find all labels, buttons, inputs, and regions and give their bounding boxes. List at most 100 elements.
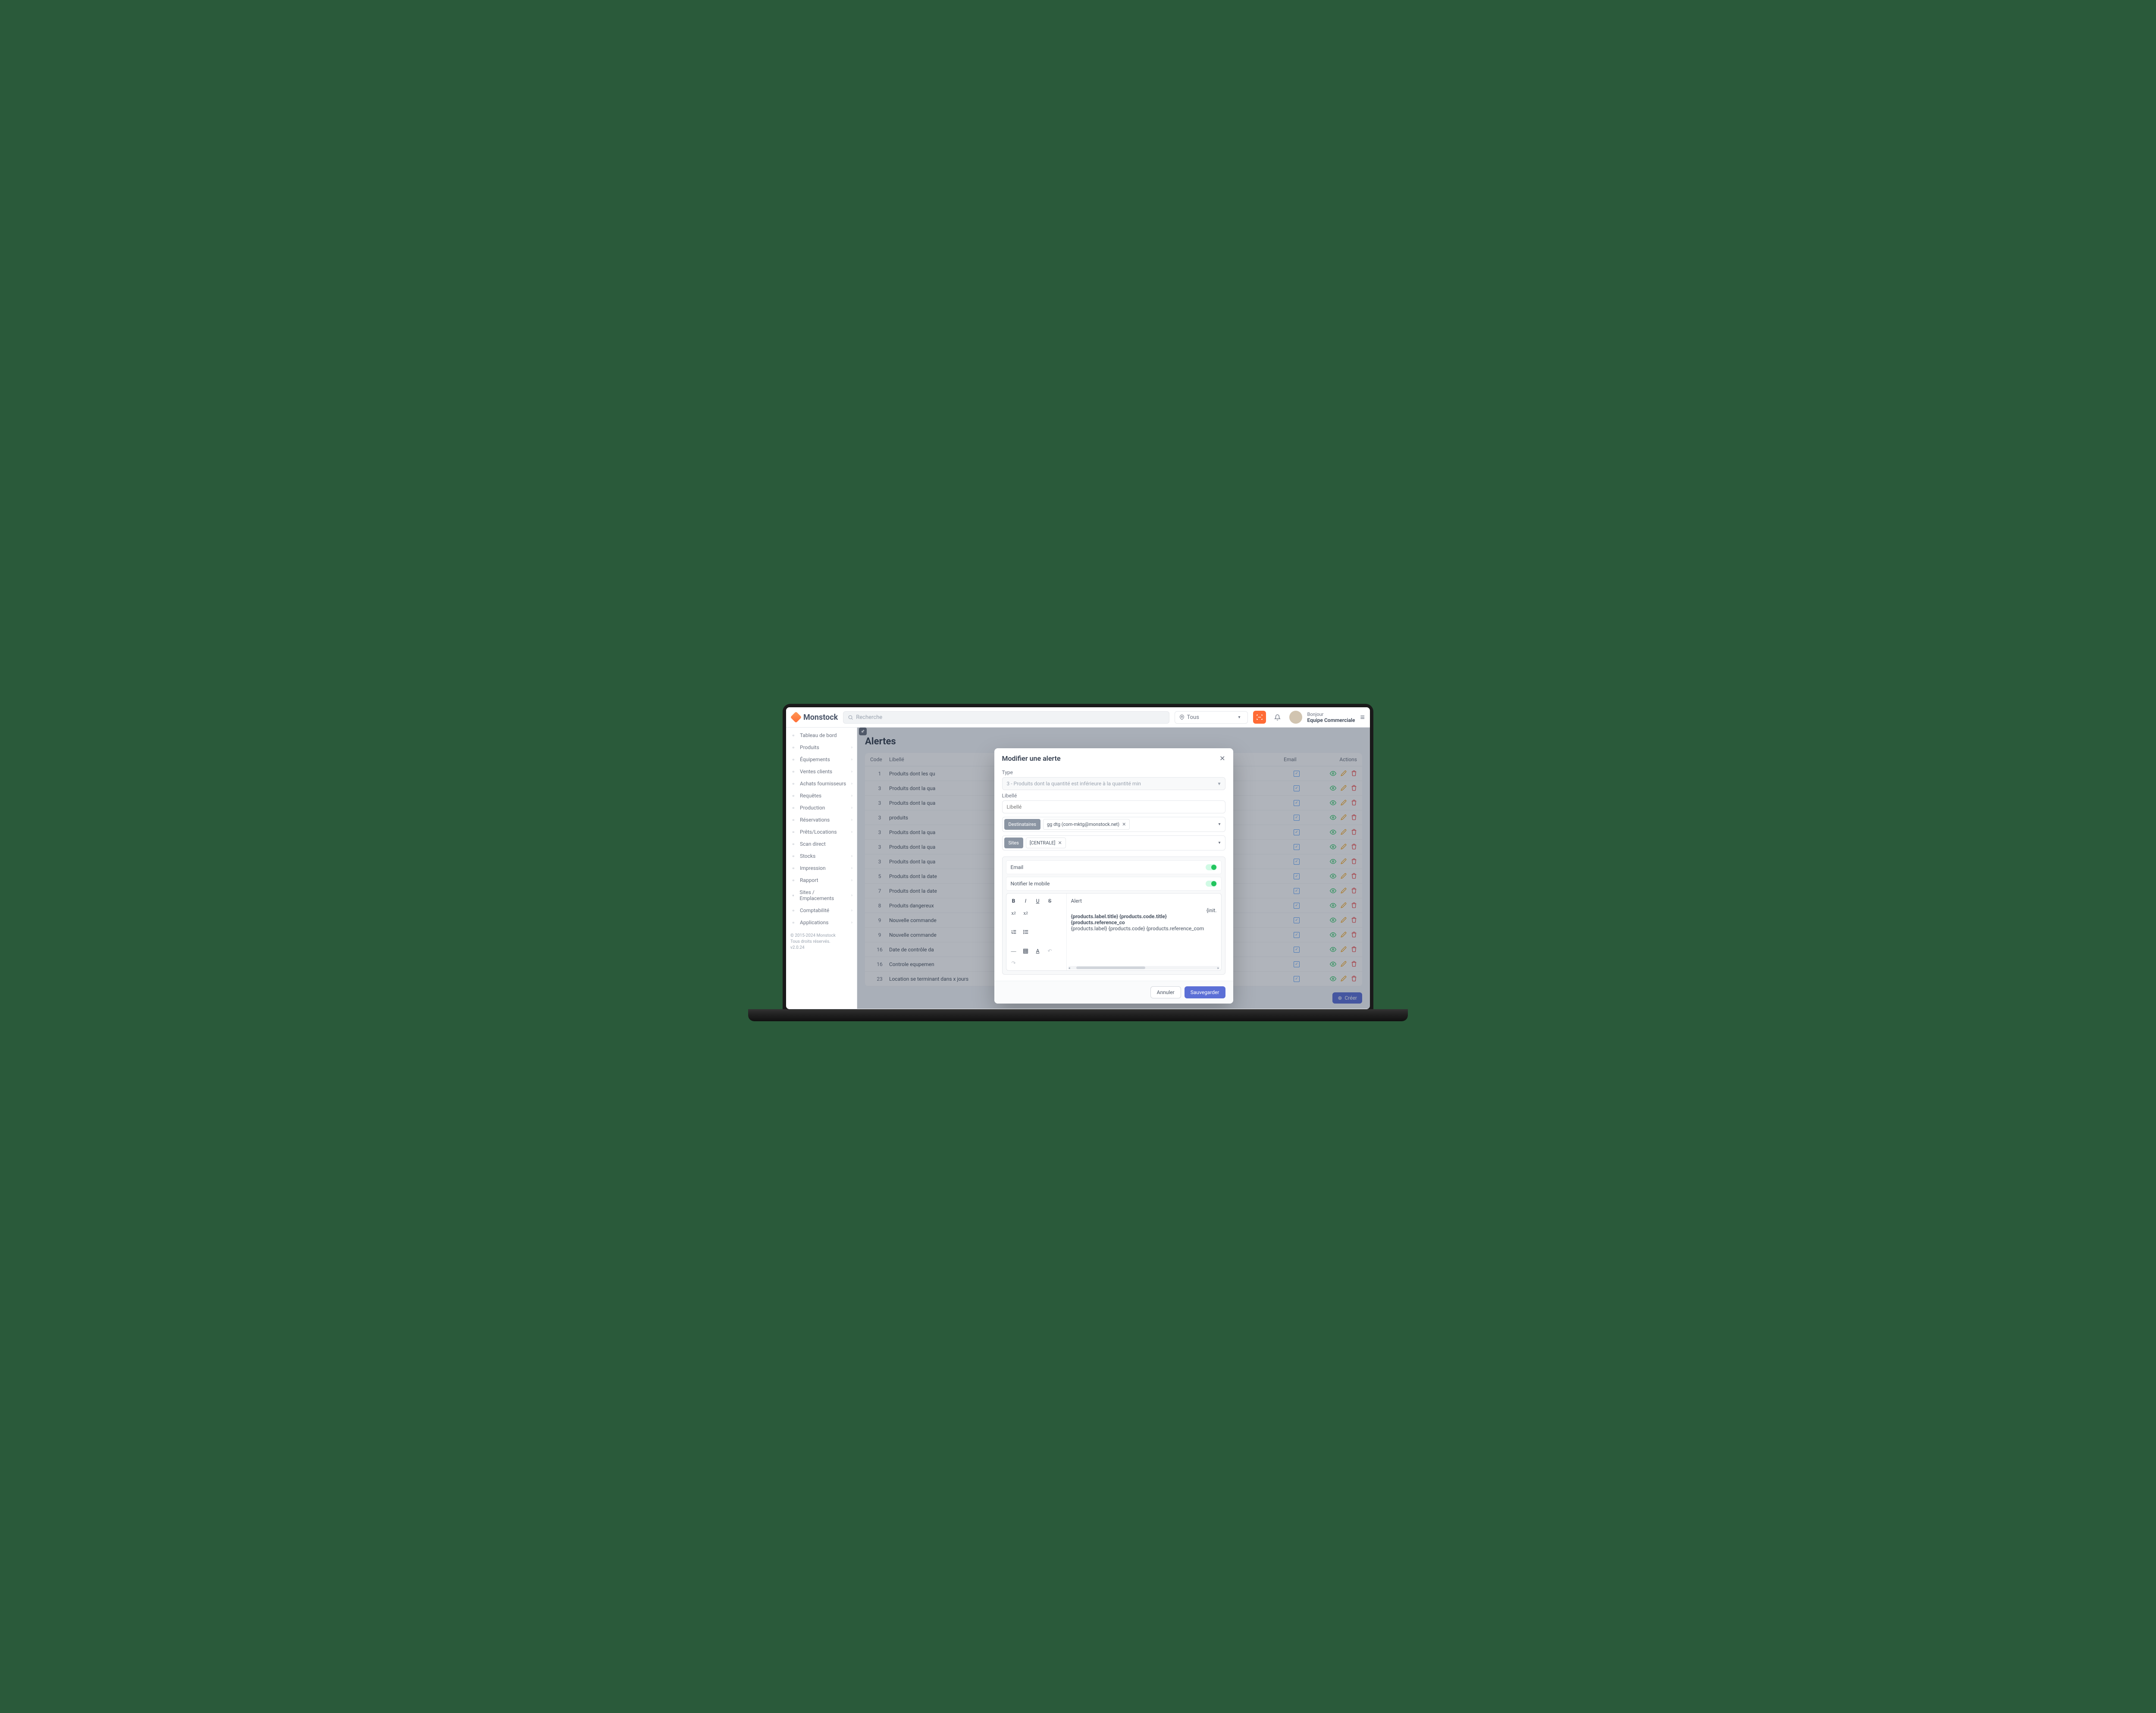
sidebar-item[interactable]: ▫Stocks› <box>786 850 857 862</box>
search-input[interactable]: Recherche <box>843 711 1169 724</box>
redo-button[interactable]: ↷ <box>1010 959 1018 967</box>
sidebar-item[interactable]: ▫Tableau de bord <box>786 729 857 741</box>
subscript-button[interactable]: x2 <box>1010 909 1018 917</box>
copyright: © 2015-2024 Monstock <box>790 933 852 939</box>
modal-title: Modifier une alerte <box>1002 754 1061 762</box>
hr-button[interactable]: — <box>1010 947 1018 955</box>
user-block: Bonjour Equipe Commerciale <box>1307 712 1355 723</box>
sidebar-icon: ▫ <box>790 769 796 775</box>
bell-button[interactable] <box>1271 711 1284 724</box>
undo-button[interactable]: ↶ <box>1046 947 1054 955</box>
chevron-right-icon: › <box>851 781 852 786</box>
sidebar-item[interactable]: ▫Prêts/Locations› <box>786 826 857 838</box>
app-body: ▫Tableau de bord▫Produits›▫Équipements›▫… <box>786 728 1370 1009</box>
chevron-right-icon: › <box>851 866 852 871</box>
chevron-down-icon: ▾ <box>1218 841 1223 845</box>
sidebar-icon: ▫ <box>790 892 796 898</box>
sidebar-item-label: Ventes clients <box>800 769 832 775</box>
list-ol-button[interactable] <box>1010 928 1018 936</box>
editor-init: {init. <box>1071 907 1217 913</box>
sites-row[interactable]: Sites [CENTRALE] ✕ ▾ <box>1002 835 1225 850</box>
remove-chip-icon[interactable]: ✕ <box>1058 840 1062 846</box>
chevron-down-icon: ▾ <box>1218 822 1223 827</box>
destinataire-chip: gg dtg (com-mktg@monstock.net) ✕ <box>1043 819 1130 830</box>
brand-name: Monstock <box>803 713 838 722</box>
location-value: Tous <box>1187 714 1199 721</box>
sidebar-item[interactable]: ▫Produits› <box>786 741 857 753</box>
table-button[interactable] <box>1022 947 1030 955</box>
sidebar-item[interactable]: ▫Production› <box>786 802 857 814</box>
user-name: Equipe Commerciale <box>1307 717 1355 723</box>
sidebar-icon: ▫ <box>790 865 796 871</box>
mobile-toggle[interactable] <box>1206 881 1217 887</box>
chevron-down-icon: ▾ <box>1238 715 1243 720</box>
sidebar-item-label: Impression <box>800 865 826 871</box>
sidebar-item[interactable]: ▫Équipements› <box>786 753 857 766</box>
rights: Tous droits réservés. <box>790 939 852 945</box>
avatar[interactable] <box>1289 711 1302 724</box>
email-toggle[interactable] <box>1206 864 1217 870</box>
sidebar-icon: ▫ <box>790 829 796 835</box>
sidebar-item-label: Achats fournisseurs <box>800 781 846 787</box>
cancel-button[interactable]: Annuler <box>1150 986 1181 998</box>
editor-content[interactable]: Alert {init. {products.label.title} {pro… <box>1067 894 1221 970</box>
sidebar-item-label: Applications <box>800 919 828 926</box>
save-button[interactable]: Sauvegarder <box>1185 986 1225 998</box>
type-label: Type <box>1002 769 1225 775</box>
clear-format-button[interactable]: A <box>1034 947 1042 955</box>
topbar: Monstock Recherche Tous ▾ Bonjour Equipe… <box>786 707 1370 728</box>
type-select[interactable]: 3 - Produits dont la quantité est inféri… <box>1002 777 1225 790</box>
chevron-right-icon: › <box>851 830 852 835</box>
sidebar-item-label: Stocks <box>800 853 815 859</box>
bold-button[interactable]: B <box>1010 897 1018 905</box>
italic-button[interactable]: I <box>1022 897 1030 905</box>
close-button[interactable]: ✕ <box>1219 754 1225 762</box>
mobile-row-label: Notifier le mobile <box>1011 881 1050 887</box>
location-select[interactable]: Tous ▾ <box>1175 711 1248 724</box>
strike-button[interactable]: S <box>1046 897 1054 905</box>
chevron-down-icon: ▾ <box>1218 781 1220 787</box>
sites-label: Sites <box>1004 838 1023 848</box>
chevron-right-icon: › <box>851 878 852 883</box>
sidebar-item-label: Produits <box>800 744 819 750</box>
scan-button[interactable] <box>1253 711 1266 724</box>
sidebar-item[interactable]: ▫Applications› <box>786 916 857 929</box>
sidebar-item[interactable]: ▫ Ventes clients › <box>786 766 857 778</box>
libelle-label: Libellé <box>1002 793 1225 799</box>
modal-body: Type 3 - Produits dont la quantité est i… <box>994 769 1233 981</box>
search-placeholder: Recherche <box>856 714 882 721</box>
chip-text: gg dtg (com-mktg@monstock.net) <box>1047 822 1119 827</box>
sidebar-item[interactable]: ▫Sites / Emplacements› <box>786 886 857 904</box>
sidebar-item[interactable]: ▫ Impression › <box>786 862 857 874</box>
hamburger-button[interactable]: ≡ <box>1360 713 1365 722</box>
modal-header: Modifier une alerte ✕ <box>994 748 1233 767</box>
sidebar-item-label: Comptabilité <box>800 907 829 913</box>
sidebar-icon: ▫ <box>790 781 796 787</box>
sidebar-item[interactable]: ▫Réservations› <box>786 814 857 826</box>
sidebar-item[interactable]: ▫Rapport› <box>786 874 857 886</box>
horizontal-scrollbar[interactable]: ◂ ▸ <box>1069 966 1219 969</box>
underline-button[interactable]: U <box>1034 897 1042 905</box>
sidebar-icon: ▫ <box>790 841 796 847</box>
logo[interactable]: Monstock <box>791 712 838 722</box>
scrollbar-thumb[interactable] <box>1076 966 1145 969</box>
remove-chip-icon[interactable]: ✕ <box>1122 822 1126 827</box>
superscript-button[interactable]: x2 <box>1022 909 1030 917</box>
chevron-right-icon: › <box>851 908 852 913</box>
destinataires-row[interactable]: Destinataires gg dtg (com-mktg@monstock.… <box>1002 817 1225 832</box>
sidebar-item[interactable]: ▫ Scan direct <box>786 838 857 850</box>
sidebar-item[interactable]: ▫Comptabilité› <box>786 904 857 916</box>
sidebar-item[interactable]: ▫ Achats fournisseurs › <box>786 778 857 790</box>
libelle-input[interactable] <box>1002 800 1225 813</box>
search-icon <box>848 715 853 720</box>
sidebar-item-label: Scan direct <box>800 841 826 847</box>
chevron-right-icon: › <box>851 769 852 774</box>
list-ul-button[interactable] <box>1022 928 1030 936</box>
version: v2.0.24 <box>790 945 852 951</box>
sidebar-item-label: Production <box>800 805 825 811</box>
sidebar-item-label: Sites / Emplacements <box>799 889 848 901</box>
mobile-toggle-row: Notifier le mobile <box>1006 877 1222 891</box>
sidebar-footer: © 2015-2024 Monstock Tous droits réservé… <box>786 929 857 955</box>
destinataires-label: Destinataires <box>1004 819 1040 830</box>
sidebar-item[interactable]: ▫Requêtes› <box>786 790 857 802</box>
